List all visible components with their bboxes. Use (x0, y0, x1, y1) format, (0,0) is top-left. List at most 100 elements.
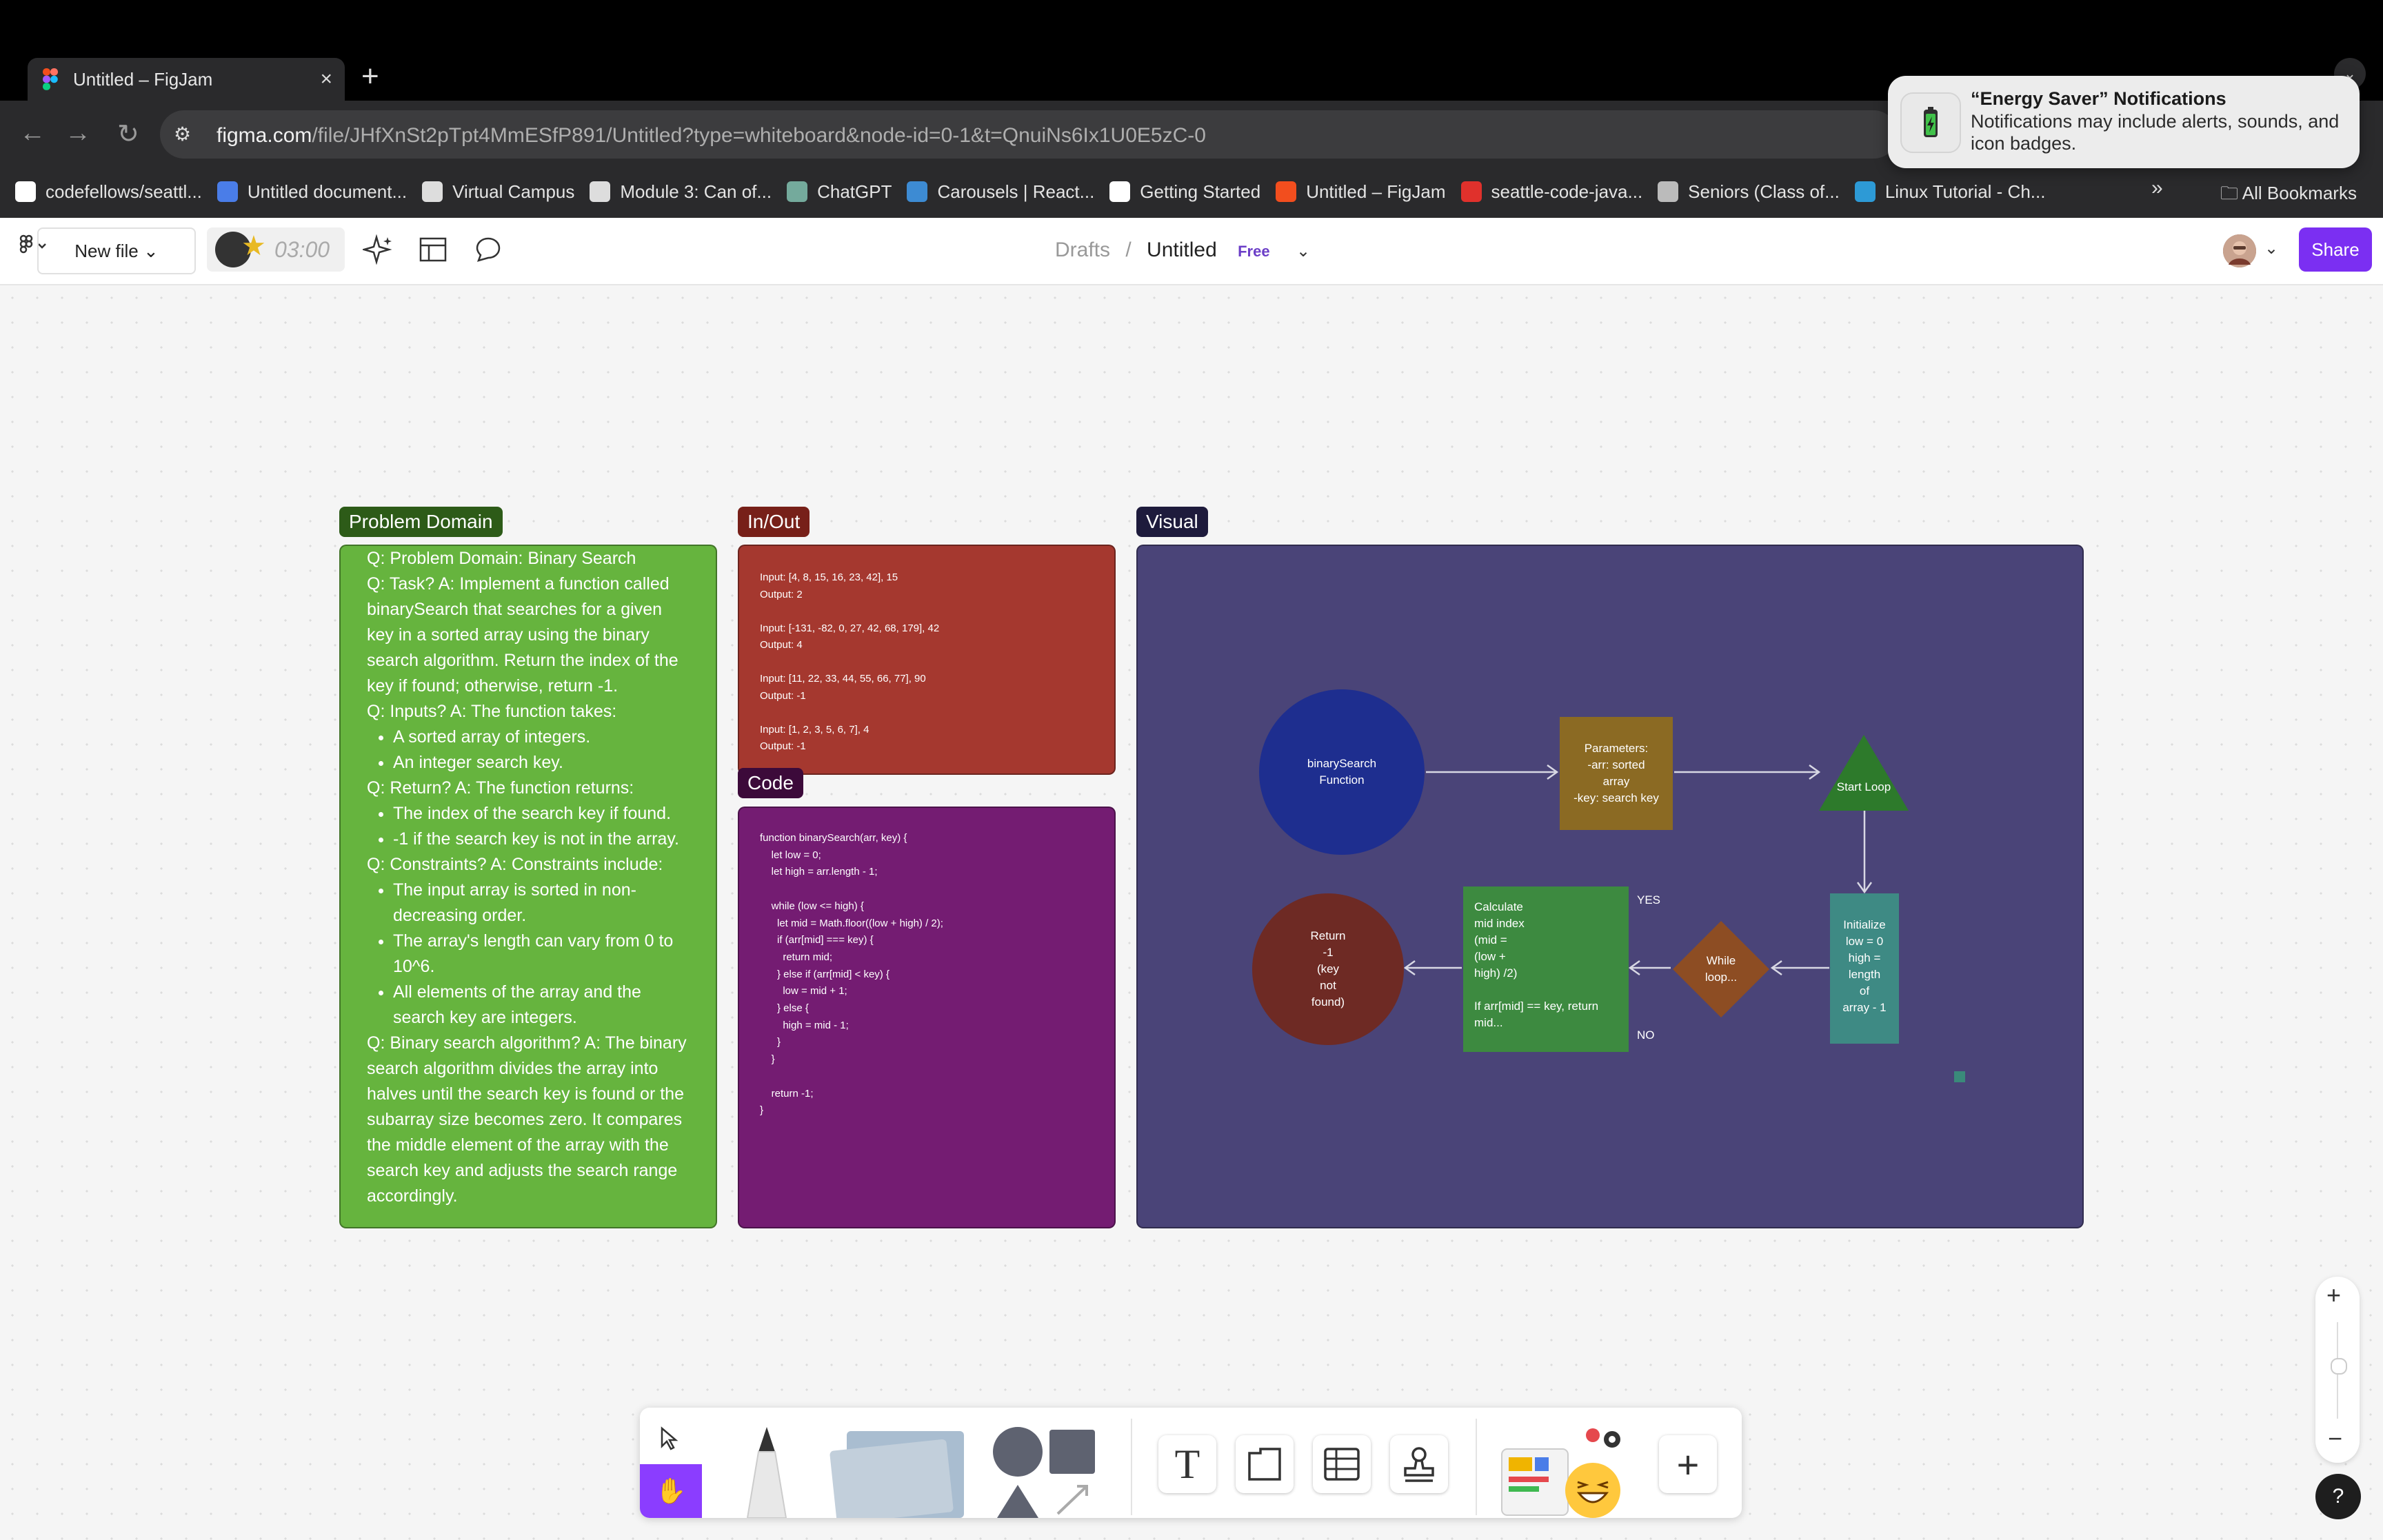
bookmark-item[interactable]: Module 3: Can of... (590, 181, 772, 203)
breadcrumb-separator: / (1125, 239, 1132, 261)
help-button[interactable]: ? (2315, 1474, 2361, 1519)
list-item: The index of the search key if found. (393, 801, 691, 827)
bookmark-favicon-icon (787, 181, 808, 202)
pd-line: Q: Task? A: Implement a function called … (367, 574, 678, 696)
label-no: NO (1637, 1029, 1655, 1042)
sticky-note-icon[interactable] (819, 1424, 971, 1518)
select-tool-icon[interactable] (654, 1423, 685, 1455)
all-bookmarks-button[interactable]: 🗀 All Bookmarks (2220, 181, 2357, 211)
node-return-negative[interactable]: Return -1 (key not found) (1252, 893, 1404, 1045)
bookmark-favicon-icon (1276, 181, 1297, 202)
stamp-tool-icon[interactable] (1390, 1435, 1448, 1493)
file-menu-chevron-icon[interactable]: ⌄ (1296, 242, 1310, 261)
shapes-tool-icon[interactable] (986, 1424, 1103, 1518)
notification-body: Notifications may include alerts, sounds… (1971, 111, 2340, 154)
bookmark-favicon-icon (1460, 181, 1482, 202)
list-item: A sorted array of integers. (393, 725, 691, 750)
code-text[interactable]: function binarySearch(arr, key) { let lo… (760, 830, 1098, 1119)
bookmark-label: seattle-code-java... (1491, 181, 1643, 202)
node-initialize[interactable]: Initialize low = 0 high = length of arra… (1830, 893, 1899, 1044)
node-binary-search-function[interactable]: binarySearch Function (1259, 689, 1425, 855)
comment-icon[interactable] (473, 234, 503, 265)
share-button[interactable]: Share (2299, 227, 2372, 272)
hand-tool-icon[interactable]: ✋ (640, 1464, 702, 1518)
section-label-visual[interactable]: Visual (1136, 507, 1208, 537)
new-tab-button[interactable]: + (361, 59, 379, 94)
text-tool-icon[interactable]: T (1158, 1435, 1216, 1493)
new-file-label: New file (74, 240, 139, 261)
list-item: -1 if the search key is not in the array… (393, 827, 691, 852)
bookmark-item[interactable]: ChatGPT (787, 181, 892, 203)
new-file-button[interactable]: New file ⌄ (37, 227, 196, 274)
small-shape[interactable] (1954, 1071, 1965, 1082)
avatar-chevron-icon[interactable]: ⌄ (2264, 239, 2278, 259)
pen-tool-icon[interactable] (732, 1424, 801, 1518)
bookmarks-overflow-icon[interactable]: » (2151, 176, 2163, 200)
toolbar-divider (1131, 1419, 1132, 1515)
bookmark-label: Linux Tutorial - Ch... (1884, 181, 2046, 202)
battery-icon (1900, 92, 1961, 153)
pd-line: Q: Return? A: The function returns: (367, 778, 634, 798)
pd-line: Q: Problem Domain: Binary Search (367, 549, 636, 568)
zoom-out-icon[interactable]: − (2328, 1424, 2342, 1453)
browser-tab[interactable]: Untitled – FigJam × (28, 58, 345, 101)
widgets-stickers-icon[interactable] (1496, 1421, 1648, 1518)
zoom-in-icon[interactable]: + (2326, 1281, 2341, 1310)
pd-line: Q: Inputs? A: The function takes: (367, 702, 617, 721)
bookmark-favicon-icon (590, 181, 611, 202)
notification-title: “Energy Saver” Notifications (1971, 88, 2226, 109)
list-item: All elements of the array and the search… (393, 980, 691, 1031)
in-out-text[interactable]: Input: [4, 8, 15, 16, 23, 42], 15 Output… (760, 569, 1098, 756)
bookmark-item[interactable]: seattle-code-java... (1460, 181, 1643, 203)
node-start-loop-label: Start Loop (1836, 780, 1891, 793)
inputs-list: A sorted array of integers. An integer s… (367, 725, 691, 776)
section-label-code[interactable]: Code (738, 768, 803, 798)
site-settings-icon[interactable]: ⚙ (174, 123, 199, 148)
bookmark-item[interactable]: codefellows/seattl... (15, 181, 202, 203)
more-tools-plus-icon[interactable]: + (1659, 1435, 1717, 1493)
bookmark-item[interactable]: Carousels | React... (907, 181, 1094, 203)
table-tool-icon[interactable] (1313, 1435, 1371, 1493)
bookmark-label: Carousels | React... (937, 181, 1095, 202)
bookmark-item[interactable]: Seniors (Class of... (1658, 181, 1840, 203)
flow-connectors (1403, 764, 1873, 976)
bookmark-label: Untitled – FigJam (1306, 181, 1446, 202)
breadcrumb-drafts[interactable]: Drafts (1055, 239, 1110, 261)
bookmark-label: Getting Started (1140, 181, 1261, 202)
bookmark-favicon-icon (15, 181, 36, 202)
pd-line: Q: Constraints? A: Constraints include: (367, 855, 663, 874)
pd-line: Q: Binary search algorithm? A: The binar… (367, 1033, 687, 1206)
list-item: The array's length can vary from 0 to 10… (393, 929, 691, 980)
layout-icon[interactable] (418, 234, 448, 265)
back-icon[interactable]: ← (19, 119, 46, 148)
section-tool-icon[interactable] (1236, 1435, 1294, 1493)
plan-badge: Free (1238, 243, 1270, 260)
bookmark-label: Untitled document... (247, 181, 408, 202)
node-calculate[interactable]: Calculate mid index (mid = (low + high) … (1463, 886, 1629, 1052)
bookmark-item[interactable]: Getting Started (1109, 181, 1260, 203)
bookmark-item[interactable]: Linux Tutorial - Ch... (1854, 181, 2046, 203)
tab-close-icon[interactable]: × (320, 68, 332, 91)
bookmark-label: Virtual Campus (452, 181, 575, 202)
forward-icon[interactable]: → (65, 119, 91, 148)
problem-domain-text[interactable]: Q: Problem Domain: Binary Search Q: Task… (367, 546, 691, 1209)
list-item: An integer search key. (393, 750, 691, 776)
bookmark-item[interactable]: Virtual Campus (422, 181, 574, 203)
section-label-problem-domain[interactable]: Problem Domain (339, 507, 503, 537)
star-icon: ★ (241, 231, 266, 261)
node-parameters[interactable]: Parameters: -arr: sorted array -key: sea… (1560, 717, 1673, 830)
ai-sparkle-icon[interactable] (361, 234, 393, 265)
zoom-slider-handle[interactable] (2331, 1358, 2347, 1375)
bookmarks-bar: codefellows/seattl... Untitled document..… (0, 165, 2383, 218)
url-text[interactable]: figma.com/file/JHfXnSt2pTpt4MmESfP891/Un… (217, 124, 1206, 148)
avatar[interactable] (2223, 234, 2256, 267)
bookmark-favicon-icon (422, 181, 443, 202)
bookmark-item[interactable]: Untitled document... (217, 181, 407, 203)
bookmark-item[interactable]: Untitled – FigJam (1276, 181, 1446, 203)
section-label-in-out[interactable]: In/Out (738, 507, 810, 537)
url-path: /file/JHfXnSt2pTpt4MmESfP891/Untitled?ty… (312, 124, 1206, 147)
return-list: The index of the search key if found. -1… (367, 801, 691, 852)
file-name[interactable]: Untitled (1147, 239, 1217, 261)
reload-icon[interactable]: ↻ (117, 119, 139, 150)
constraints-list: The input array is sorted in non-decreas… (367, 878, 691, 1031)
